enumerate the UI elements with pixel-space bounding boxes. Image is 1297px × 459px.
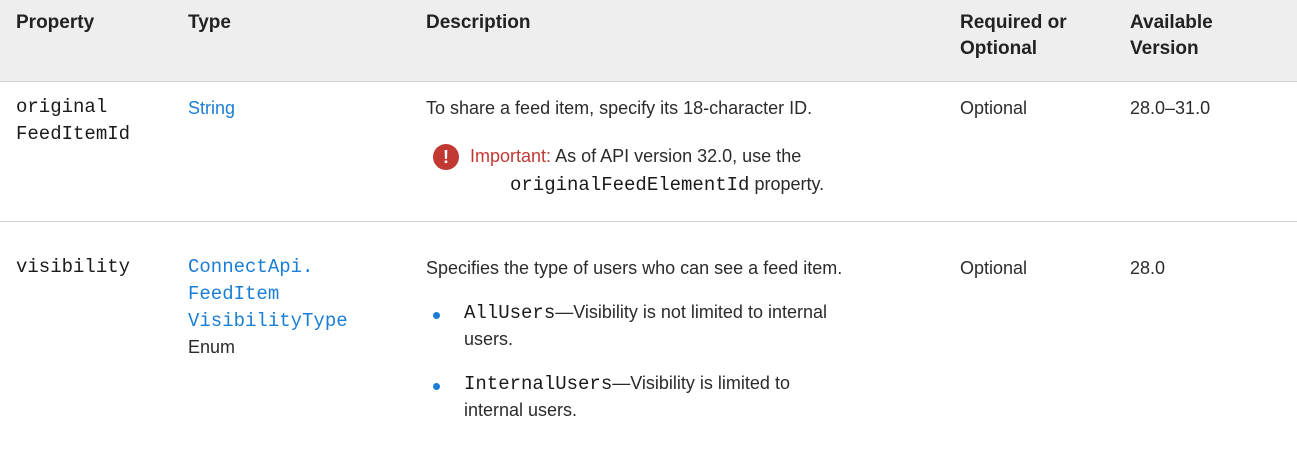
version-value: 28.0	[1130, 258, 1166, 278]
bullet-item-internalusers-line2: internal users.	[464, 400, 578, 420]
version-value: 28.0–31.0	[1130, 98, 1211, 118]
property-name: original FeedItemId	[16, 94, 130, 148]
important-code: originalFeedElementId	[510, 174, 750, 196]
important-text: As of API version 32.0, use the	[555, 146, 802, 166]
required-value: Optional	[960, 258, 1028, 278]
header-required-line2: Optional	[960, 38, 1038, 59]
bullet-icon	[433, 312, 440, 319]
bullet-text: —Visibility is not limited to internal	[555, 302, 827, 322]
bullet-code: InternalUsers	[464, 373, 613, 395]
row-divider	[0, 221, 1297, 222]
bullet-item-internalusers: InternalUsers—Visibility is limited to	[464, 371, 790, 397]
bullet-item-allusers: AllUsers—Visibility is not limited to in…	[464, 300, 827, 326]
header-description: Description	[426, 12, 531, 33]
important-note: Important: As of API version 32.0, use t…	[470, 144, 910, 169]
bullet-item-allusers-line2: users.	[464, 329, 514, 349]
type-link-string[interactable]: String	[188, 96, 235, 120]
type-cell: ConnectApi. FeedItem VisibilityType Enum	[188, 254, 348, 360]
header-required: Required or Optional	[960, 10, 1067, 62]
bullet-icon	[433, 383, 440, 390]
row-description: Specifies the type of users who can see …	[426, 258, 843, 278]
header-type: Type	[188, 12, 231, 33]
header-version-line1: Available	[1130, 12, 1213, 33]
property-name-line2: FeedItemId	[16, 123, 131, 145]
important-note-line2: originalFeedElementId property.	[510, 172, 824, 198]
property-name: visibility	[16, 256, 131, 278]
type-link-line1[interactable]: ConnectApi.	[188, 254, 348, 281]
row-description: To share a feed item, specify its 18-cha…	[426, 98, 813, 118]
important-label: Important:	[470, 146, 552, 166]
bullet-code: AllUsers	[464, 302, 556, 324]
exclamation-icon: !	[433, 144, 459, 170]
required-value: Optional	[960, 98, 1028, 118]
header-version: Available Version	[1130, 10, 1213, 62]
important-text-end: property.	[749, 174, 825, 194]
type-link-line2[interactable]: FeedItem	[188, 281, 348, 308]
bullet-text: —Visibility is limited to	[612, 373, 790, 393]
header-version-line2: Version	[1130, 38, 1199, 59]
property-name-line1: original	[16, 96, 108, 118]
type-suffix: Enum	[188, 337, 236, 357]
header-property: Property	[16, 12, 95, 33]
type-link-line3[interactable]: VisibilityType	[188, 308, 348, 335]
header-required-line1: Required or	[960, 12, 1067, 33]
table-header: Property Type Description Required or Op…	[0, 0, 1297, 82]
